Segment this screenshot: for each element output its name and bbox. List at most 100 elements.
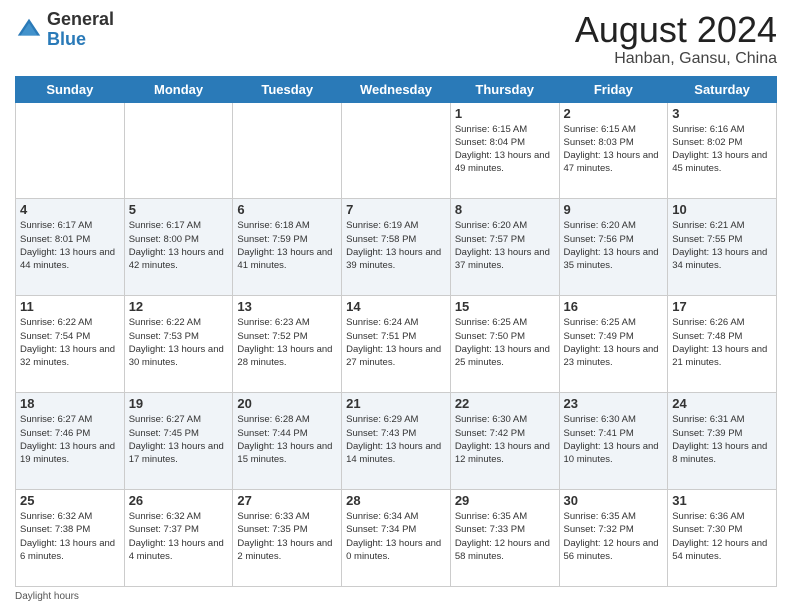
day-number: 18 <box>20 396 120 411</box>
day-cell: 25 Sunrise: 6:32 AM Sunset: 7:38 PM Dayli… <box>16 490 125 587</box>
day-info: Sunrise: 6:33 AM Sunset: 7:35 PM Dayligh… <box>237 510 337 563</box>
day-info: Sunrise: 6:17 AM Sunset: 8:00 PM Dayligh… <box>129 219 229 272</box>
day-info: Sunrise: 6:26 AM Sunset: 7:48 PM Dayligh… <box>672 316 772 369</box>
day-number: 26 <box>129 493 229 508</box>
day-cell: 23 Sunrise: 6:30 AM Sunset: 7:41 PM Dayli… <box>559 393 668 490</box>
day-number: 25 <box>20 493 120 508</box>
day-number: 23 <box>564 396 664 411</box>
day-cell <box>342 102 451 199</box>
day-cell: 20Sunrise: 6:28 AM Sunset: 7:44 PM Dayli… <box>233 393 342 490</box>
day-info: Sunrise: 6:36 AM Sunset: 7:30 PM Dayligh… <box>672 510 772 563</box>
day-cell <box>124 102 233 199</box>
day-info: Sunrise: 6:19 AM Sunset: 7:58 PM Dayligh… <box>346 219 446 272</box>
logo: General Blue <box>15 10 114 50</box>
week-row-5: 25 Sunrise: 6:32 AM Sunset: 7:38 PM Dayli… <box>16 490 777 587</box>
weekday-header-row: SundayMondayTuesdayWednesdayThursdayFrid… <box>16 76 777 102</box>
day-number: 24 <box>672 396 772 411</box>
day-number: 3 <box>672 106 772 121</box>
day-info: Sunrise: 6:24 AM Sunset: 7:51 PM Dayligh… <box>346 316 446 369</box>
day-info: Sunrise: 6:15 AM Sunset: 8:04 PM Dayligh… <box>455 123 555 176</box>
weekday-sunday: Sunday <box>16 76 125 102</box>
day-info: Sunrise: 6:21 AM Sunset: 7:55 PM Dayligh… <box>672 219 772 272</box>
location: Hanban, Gansu, China <box>575 50 777 68</box>
day-cell: 19 Sunrise: 6:27 AM Sunset: 7:45 PM Dayli… <box>124 393 233 490</box>
day-cell: 18 Sunrise: 6:27 AM Sunset: 7:46 PM Dayli… <box>16 393 125 490</box>
day-info: Sunrise: 6:20 AM Sunset: 7:57 PM Dayligh… <box>455 219 555 272</box>
day-cell: 22Sunrise: 6:30 AM Sunset: 7:42 PM Dayli… <box>450 393 559 490</box>
day-info: Sunrise: 6:22 AM Sunset: 7:53 PM Dayligh… <box>129 316 229 369</box>
day-info: Sunrise: 6:35 AM Sunset: 7:32 PM Dayligh… <box>564 510 664 563</box>
day-cell: 7 Sunrise: 6:19 AM Sunset: 7:58 PM Daylig… <box>342 199 451 296</box>
day-cell: 16Sunrise: 6:25 AM Sunset: 7:49 PM Dayli… <box>559 296 668 393</box>
day-number: 14 <box>346 299 446 314</box>
day-cell: 15Sunrise: 6:25 AM Sunset: 7:50 PM Dayli… <box>450 296 559 393</box>
day-cell: 21Sunrise: 6:29 AM Sunset: 7:43 PM Dayli… <box>342 393 451 490</box>
day-info: Sunrise: 6:25 AM Sunset: 7:49 PM Dayligh… <box>564 316 664 369</box>
weekday-friday: Friday <box>559 76 668 102</box>
day-number: 30 <box>564 493 664 508</box>
day-info: Sunrise: 6:30 AM Sunset: 7:41 PM Dayligh… <box>564 413 664 466</box>
logo-blue: Blue <box>47 29 86 49</box>
weekday-tuesday: Tuesday <box>233 76 342 102</box>
day-number: 5 <box>129 202 229 217</box>
day-info: Sunrise: 6:20 AM Sunset: 7:56 PM Dayligh… <box>564 219 664 272</box>
logo-text: General Blue <box>47 10 114 50</box>
day-number: 6 <box>237 202 337 217</box>
logo-general: General <box>47 9 114 29</box>
page: General Blue August 2024 Hanban, Gansu, … <box>0 0 792 612</box>
title-block: August 2024 Hanban, Gansu, China <box>575 10 777 68</box>
header: General Blue August 2024 Hanban, Gansu, … <box>15 10 777 68</box>
day-cell: 26 Sunrise: 6:32 AM Sunset: 7:37 PM Dayli… <box>124 490 233 587</box>
day-cell: 24 Sunrise: 6:31 AM Sunset: 7:39 PM Dayli… <box>668 393 777 490</box>
day-cell: 10Sunrise: 6:21 AM Sunset: 7:55 PM Dayli… <box>668 199 777 296</box>
day-number: 19 <box>129 396 229 411</box>
day-number: 2 <box>564 106 664 121</box>
day-cell: 30 Sunrise: 6:35 AM Sunset: 7:32 PM Dayli… <box>559 490 668 587</box>
month-title: August 2024 <box>575 10 777 50</box>
day-cell <box>16 102 125 199</box>
day-number: 17 <box>672 299 772 314</box>
week-row-1: 1Sunrise: 6:15 AM Sunset: 8:04 PM Daylig… <box>16 102 777 199</box>
day-cell: 3Sunrise: 6:16 AM Sunset: 8:02 PM Daylig… <box>668 102 777 199</box>
day-info: Sunrise: 6:32 AM Sunset: 7:38 PM Dayligh… <box>20 510 120 563</box>
day-info: Sunrise: 6:32 AM Sunset: 7:37 PM Dayligh… <box>129 510 229 563</box>
day-info: Sunrise: 6:28 AM Sunset: 7:44 PM Dayligh… <box>237 413 337 466</box>
day-info: Sunrise: 6:31 AM Sunset: 7:39 PM Dayligh… <box>672 413 772 466</box>
day-info: Sunrise: 6:27 AM Sunset: 7:45 PM Dayligh… <box>129 413 229 466</box>
day-number: 29 <box>455 493 555 508</box>
day-info: Sunrise: 6:18 AM Sunset: 7:59 PM Dayligh… <box>237 219 337 272</box>
day-number: 9 <box>564 202 664 217</box>
weekday-wednesday: Wednesday <box>342 76 451 102</box>
day-info: Sunrise: 6:22 AM Sunset: 7:54 PM Dayligh… <box>20 316 120 369</box>
weekday-monday: Monday <box>124 76 233 102</box>
day-cell: 14 Sunrise: 6:24 AM Sunset: 7:51 PM Dayli… <box>342 296 451 393</box>
day-number: 31 <box>672 493 772 508</box>
day-cell: 11 Sunrise: 6:22 AM Sunset: 7:54 PM Dayli… <box>16 296 125 393</box>
day-number: 27 <box>237 493 337 508</box>
day-number: 11 <box>20 299 120 314</box>
weekday-thursday: Thursday <box>450 76 559 102</box>
day-number: 8 <box>455 202 555 217</box>
weekday-saturday: Saturday <box>668 76 777 102</box>
day-info: Sunrise: 6:27 AM Sunset: 7:46 PM Dayligh… <box>20 413 120 466</box>
day-info: Sunrise: 6:34 AM Sunset: 7:34 PM Dayligh… <box>346 510 446 563</box>
day-cell: 31 Sunrise: 6:36 AM Sunset: 7:30 PM Dayli… <box>668 490 777 587</box>
day-cell: 29 Sunrise: 6:35 AM Sunset: 7:33 PM Dayli… <box>450 490 559 587</box>
day-cell: 17 Sunrise: 6:26 AM Sunset: 7:48 PM Dayli… <box>668 296 777 393</box>
day-number: 13 <box>237 299 337 314</box>
day-number: 7 <box>346 202 446 217</box>
day-cell: 5 Sunrise: 6:17 AM Sunset: 8:00 PM Daylig… <box>124 199 233 296</box>
day-cell: 2Sunrise: 6:15 AM Sunset: 8:03 PM Daylig… <box>559 102 668 199</box>
day-info: Sunrise: 6:29 AM Sunset: 7:43 PM Dayligh… <box>346 413 446 466</box>
day-cell: 28Sunrise: 6:34 AM Sunset: 7:34 PM Dayli… <box>342 490 451 587</box>
day-cell: 12 Sunrise: 6:22 AM Sunset: 7:53 PM Dayli… <box>124 296 233 393</box>
day-number: 12 <box>129 299 229 314</box>
day-cell: 8 Sunrise: 6:20 AM Sunset: 7:57 PM Daylig… <box>450 199 559 296</box>
day-cell <box>233 102 342 199</box>
day-info: Sunrise: 6:35 AM Sunset: 7:33 PM Dayligh… <box>455 510 555 563</box>
calendar: SundayMondayTuesdayWednesdayThursdayFrid… <box>15 76 777 587</box>
day-cell: 1Sunrise: 6:15 AM Sunset: 8:04 PM Daylig… <box>450 102 559 199</box>
daylight-hours-label: Daylight hours <box>15 591 79 602</box>
day-cell: 4Sunrise: 6:17 AM Sunset: 8:01 PM Daylig… <box>16 199 125 296</box>
day-number: 15 <box>455 299 555 314</box>
